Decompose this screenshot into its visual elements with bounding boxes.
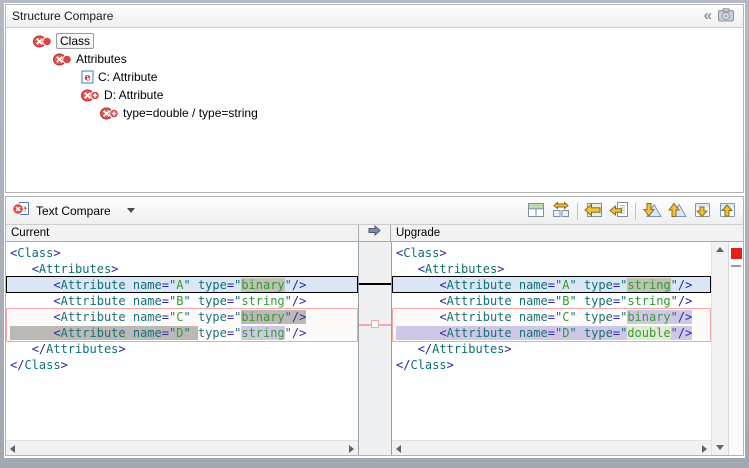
direction-arrow-icon (368, 225, 381, 241)
previous-difference-button[interactable] (665, 200, 689, 222)
tree-label: D: Attribute (104, 88, 163, 102)
code-line: <Attribute name="A" type="binary"/> (6, 277, 358, 293)
toggle-ancestor-pane-icon (525, 201, 547, 222)
code-area-left[interactable]: <Class> <Attributes> <Attribute name="A"… (6, 242, 358, 440)
diff-overview-marker[interactable] (731, 248, 742, 259)
next-change-icon (691, 201, 713, 222)
change-add-icon (100, 107, 119, 120)
right-pane-header: Upgrade (391, 225, 743, 242)
code-line: <Attribute name="D" type="double"/> (392, 325, 711, 341)
camera-icon (718, 8, 734, 25)
dialog-content: Structure Compare « Clas (4, 3, 745, 458)
center-header-cell (359, 225, 391, 242)
toolbar-separator (577, 203, 578, 220)
copy-all-right-to-left-icon (583, 201, 605, 222)
toolbar-separator (635, 203, 636, 220)
text-compare-title: Text Compare (36, 204, 111, 218)
scroll-left-icon[interactable] (10, 445, 15, 453)
tree-row[interactable]: D: Attribute (6, 86, 743, 104)
scroll-up-icon[interactable] (716, 247, 724, 252)
change-icon (33, 35, 52, 48)
next-difference-icon (641, 201, 663, 222)
swap-left-right-icon (550, 201, 572, 222)
next-change-button[interactable] (690, 200, 714, 222)
viewer-dropdown-icon[interactable] (127, 208, 135, 213)
change-icon (53, 53, 72, 66)
diff-connector-strip (359, 242, 391, 455)
scroll-right-icon[interactable] (702, 445, 707, 453)
code-line: <Attribute name="A" type="string"/> (392, 277, 711, 293)
copy-all-right-to-left-button[interactable] (582, 200, 606, 222)
code-line: <Class> (392, 245, 711, 261)
text-compare-icon: e (12, 200, 30, 222)
code-area-right[interactable]: <Class> <Attributes> <Attribute name="A"… (392, 242, 711, 440)
tree-label: Attributes (76, 52, 127, 66)
code-line: <Attribute name="C" type="binary"/> (6, 309, 358, 325)
svg-text:e: e (84, 73, 90, 84)
code-line: </Class> (392, 357, 711, 373)
scroll-right-icon[interactable] (349, 445, 354, 453)
structure-tree: Class Attributes e C: Attribute D: Attribute… (6, 28, 743, 122)
tree-row[interactable]: Class (6, 32, 743, 50)
code-line: <Attribute name="D" type="string"/> (6, 325, 358, 341)
text-compare-panel: e Text Compare Current (5, 196, 744, 456)
copy-current-right-to-left-icon (608, 201, 630, 222)
code-line: <Attributes> (392, 261, 711, 277)
collapse-icon: « (704, 9, 712, 23)
right-editor-pane: <Class> <Attributes> <Attribute name="A"… (391, 242, 743, 455)
overview-ruler[interactable] (728, 242, 743, 455)
toggle-ancestor-pane-button[interactable] (524, 200, 548, 222)
change-add-icon (81, 89, 100, 102)
code-line: <Attributes> (6, 261, 358, 277)
previous-change-icon (716, 201, 738, 222)
tree-row[interactable]: Attributes (6, 50, 743, 68)
tree-row[interactable]: e C: Attribute (6, 68, 743, 86)
right-hscrollbar[interactable] (392, 440, 711, 455)
left-editor-pane: <Class> <Attributes> <Attribute name="A"… (6, 242, 359, 455)
left-pane-header: Current (6, 225, 359, 242)
left-hscrollbar[interactable] (6, 440, 358, 455)
tree-label: C: Attribute (98, 70, 157, 84)
compare-body: Current Upgrade <Class> <Attributes> <At… (6, 225, 743, 455)
structure-compare-header: Structure Compare « (6, 5, 743, 28)
scroll-down-icon[interactable] (716, 445, 724, 450)
column-headers: Current Upgrade (6, 225, 743, 242)
next-difference-button[interactable] (640, 200, 664, 222)
structure-compare-panel: Structure Compare « Clas (5, 4, 744, 193)
copy-current-right-to-left-button[interactable] (607, 200, 631, 222)
code-line: <Class> (6, 245, 358, 261)
diff-connector-selected (359, 283, 391, 285)
screenshot-button[interactable] (715, 7, 737, 25)
swap-left-right-button[interactable] (549, 200, 573, 222)
overview-range-line (731, 265, 741, 267)
code-line: </Attributes> (6, 341, 358, 357)
scroll-left-icon[interactable] (396, 445, 401, 453)
compare-toolbar (524, 199, 739, 223)
collapse-button[interactable]: « (701, 7, 715, 25)
tree-row[interactable]: type=double / type=string (6, 104, 743, 122)
structure-compare-title: Structure Compare (12, 9, 113, 23)
text-compare-header: e Text Compare (6, 197, 743, 225)
code-line: </Attributes> (392, 341, 711, 357)
compare-dialog: Structure Compare « Clas (0, 0, 749, 468)
code-line: <Attribute name="B" type="string"/> (392, 293, 711, 309)
diff-connector-handle[interactable] (371, 320, 379, 328)
editors-row: <Class> <Attributes> <Attribute name="A"… (6, 242, 743, 455)
previous-difference-icon (666, 201, 688, 222)
e-icon: e (81, 70, 94, 84)
code-line: <Attribute name="C" type="binary"/> (392, 309, 711, 325)
right-vscrollbar[interactable] (711, 242, 728, 455)
code-line: <Attribute name="B" type="string"/> (6, 293, 358, 309)
tree-label: Class (56, 33, 94, 49)
tree-label: type=double / type=string (123, 106, 258, 120)
previous-change-button[interactable] (715, 200, 739, 222)
code-line: </Class> (6, 357, 358, 373)
